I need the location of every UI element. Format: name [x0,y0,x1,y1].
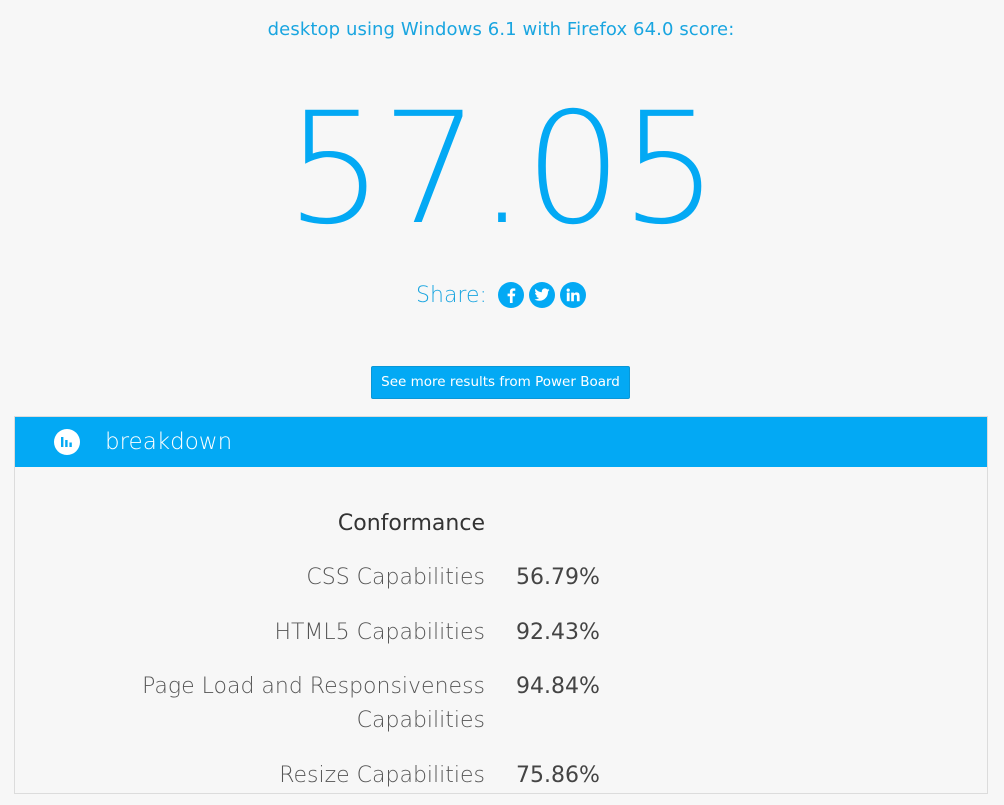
row-label: Resize Capabilities [279,763,485,788]
row-label: HTML5 Capabilities [274,620,485,645]
share-bar: Share: [0,282,1002,308]
row-value: 75.86% [516,763,600,788]
more-results-button[interactable]: See more results from Power Board [371,366,630,399]
twitter-icon[interactable] [528,282,555,308]
row-label: CSS Capabilities [306,565,485,590]
score-value: 57.05 [285,80,719,259]
breakdown-panel: breakdown Conformance CSS Capabilities 5… [14,416,988,794]
page: desktop using Windows 6.1 with Firefox 6… [0,0,1004,805]
row-value: 92.43% [516,620,600,645]
linkedin-icon[interactable] [559,282,586,308]
row-value: 94.84% [516,674,600,699]
score-subtitle: desktop using Windows 6.1 with Firefox 6… [267,19,735,40]
bar-chart-icon [54,429,80,455]
conformance-heading: Conformance [337,511,485,536]
share-label: Share: [416,282,487,308]
row-label: Page Load and Responsiveness Capabilitie… [85,670,485,738]
breakdown-title: breakdown [105,429,233,455]
breakdown-header[interactable]: breakdown [15,417,987,467]
facebook-icon[interactable] [497,282,524,308]
row-label-line-2: Capabilities [356,708,485,733]
row-label-line-1: Page Load and Responsiveness [142,674,485,699]
row-value: 56.79% [516,565,600,590]
